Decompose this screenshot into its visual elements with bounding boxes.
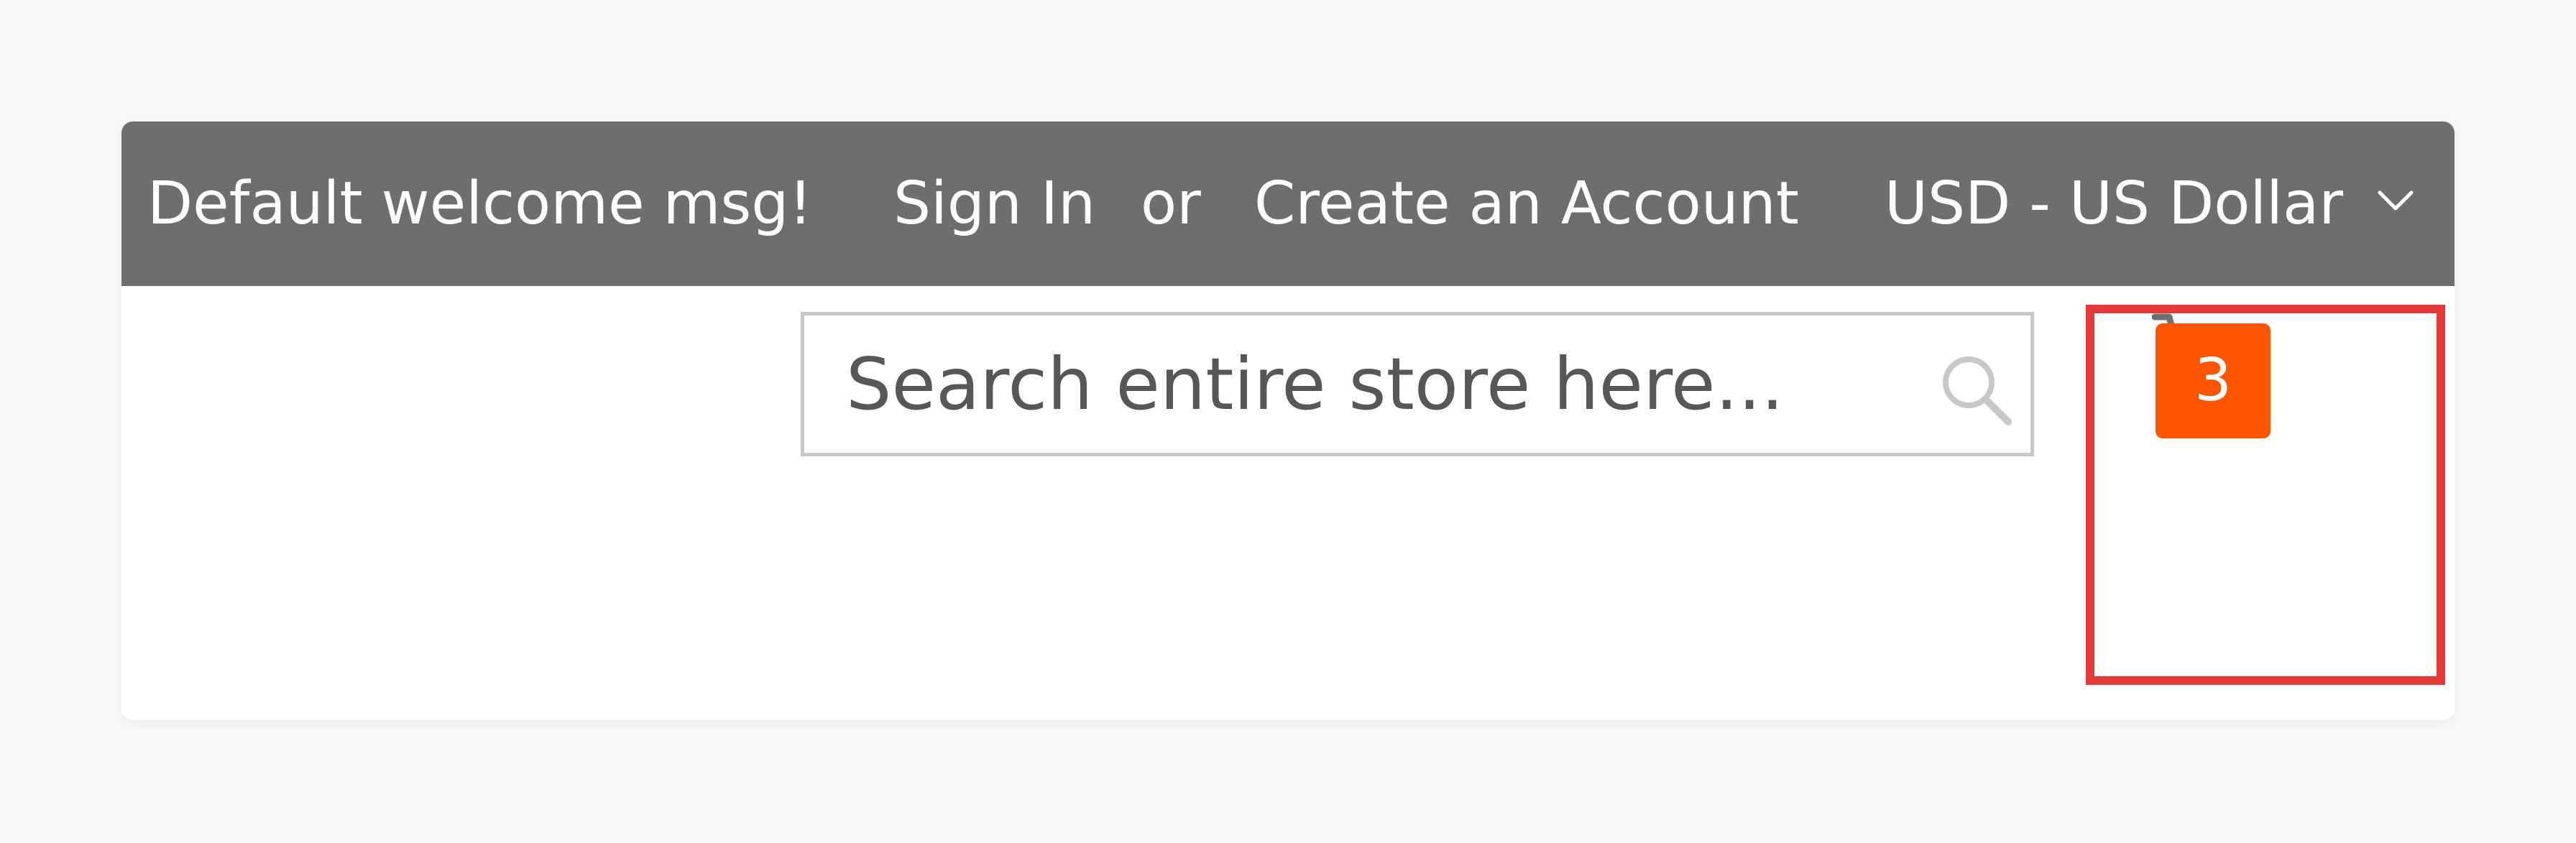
search-field: [801, 312, 2034, 456]
cart-count-badge: 3: [2156, 323, 2271, 438]
search-icon[interactable]: [1936, 350, 2015, 429]
sign-in-link[interactable]: Sign In: [893, 121, 1095, 286]
welcome-message: Default welcome msg!: [147, 170, 813, 238]
or-separator: or: [1141, 170, 1201, 238]
create-account-link[interactable]: Create an Account: [1254, 121, 1799, 286]
search-input[interactable]: [846, 315, 1795, 453]
chevron-down-icon[interactable]: [2375, 187, 2416, 216]
